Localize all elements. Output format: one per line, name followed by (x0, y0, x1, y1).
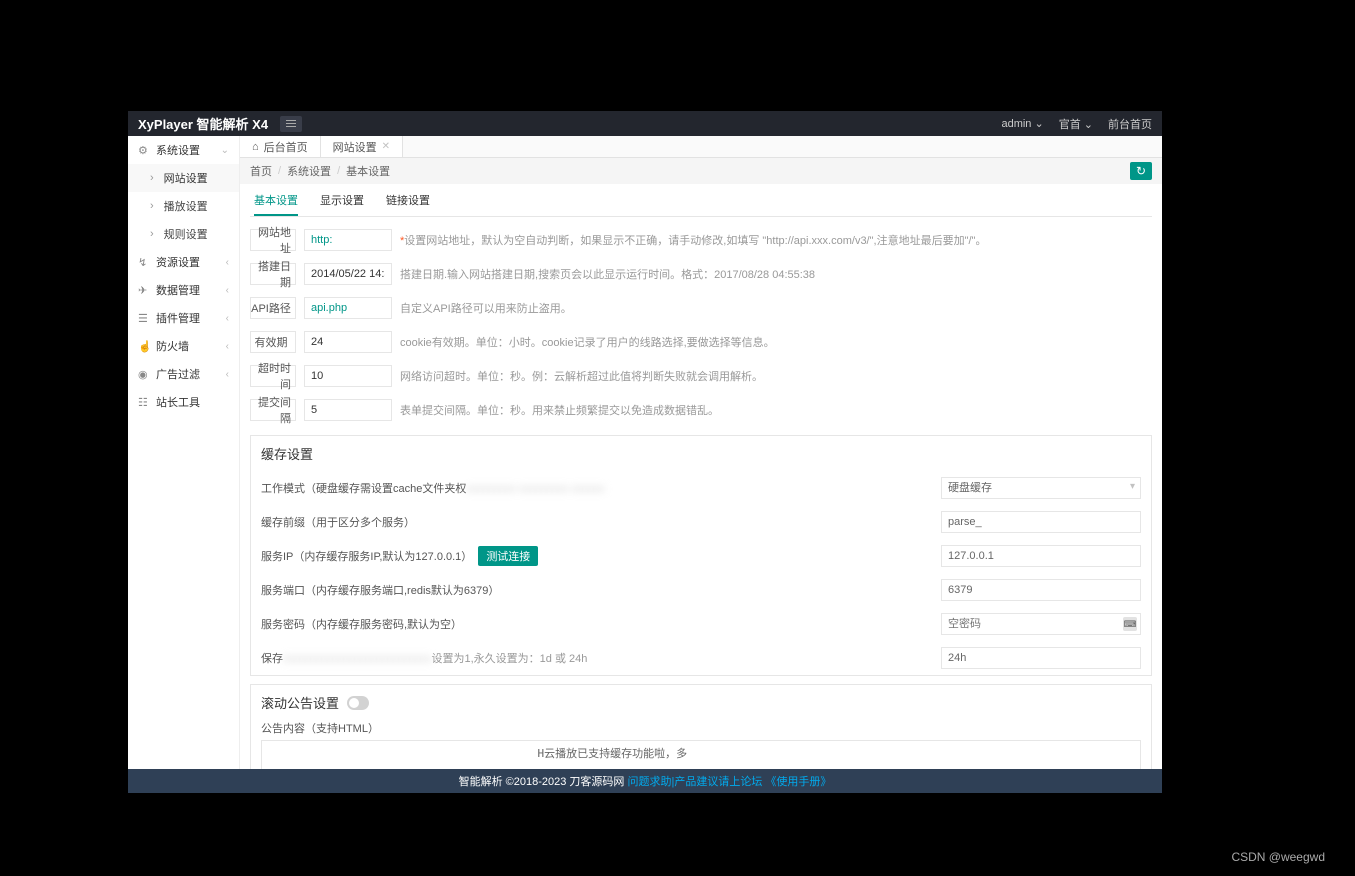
footer-links[interactable]: 问题求助|产品建议请上论坛 《使用手册》 (627, 776, 831, 788)
chevron-right-icon: › (150, 200, 154, 212)
chevron-right-icon: › (150, 228, 154, 240)
settings-page: 基本设置 显示设置 链接设置 网站地址 *设置网站地址，默认为空自动判断，如果显… (240, 184, 1162, 769)
sidebar-item-data[interactable]: ✈数据管理‹ (128, 276, 239, 304)
expire-input[interactable] (304, 331, 392, 353)
expire-label: 有效期 (250, 331, 296, 353)
keyboard-icon[interactable]: ⌨ (1123, 617, 1137, 631)
cache-section: 缓存设置 工作模式（硬盘缓存需设置cache文件夹权xxxxxxxxx xxxx… (250, 435, 1152, 676)
breadcrumb: 首页 / 系统设置 / 基本设置 ↻ (240, 158, 1162, 184)
content-area: ⌂后台首页 网站设置✕ 首页 / 系统设置 / 基本设置 ↻ 基本设置 显示设置… (240, 136, 1162, 769)
rss-icon: ↯ (138, 256, 150, 269)
cache-port-input[interactable] (941, 579, 1141, 601)
chevron-down-icon: ⌄ (1084, 119, 1093, 131)
cache-mode-select[interactable]: 硬盘缓存 (941, 477, 1141, 499)
home-icon: ⌂ (252, 141, 259, 153)
inner-tab-basic[interactable]: 基本设置 (254, 192, 298, 216)
sidebar-item-rule[interactable]: ›规则设置 (128, 220, 239, 248)
cache-keep-label: 保存xxxxxxxxxxxxxxxxxxxxxxxxxxx设置为1,永久设置为：… (261, 650, 933, 666)
timeout-input[interactable] (304, 365, 392, 387)
database-icon: ✈ (138, 284, 150, 297)
sidebar-item-site[interactable]: ›网站设置 (128, 164, 239, 192)
announce-textarea[interactable]: H云播放已支持缓存功能啦，多 (261, 740, 1141, 769)
date-help: 搭建日期.输入网站搭建日期,搜索页会以此显示运行时间。格式：2017/08/28… (400, 266, 1152, 282)
inner-tab-link[interactable]: 链接设置 (386, 192, 430, 216)
interval-help: 表单提交间隔。单位：秒。用来禁止频繁提交以免造成数据错乱。 (400, 402, 1152, 418)
plugin-icon: ☰ (138, 312, 150, 325)
cache-password-label: 服务密码（内存缓存服务密码,默认为空） (261, 616, 933, 632)
api-label: API路径 (250, 297, 296, 319)
breadcrumb-system[interactable]: 系统设置 (287, 163, 331, 179)
chevron-left-icon: ‹ (226, 341, 229, 352)
sidebar-toggle[interactable] (280, 116, 302, 132)
shield-icon: ☝ (138, 340, 150, 353)
gear-icon: ⚙ (138, 144, 150, 157)
cache-password-input[interactable] (941, 613, 1141, 635)
api-input[interactable] (304, 297, 392, 319)
sidebar-item-play[interactable]: ›播放设置 (128, 192, 239, 220)
chevron-left-icon: ‹ (226, 257, 229, 268)
close-icon[interactable]: ✕ (382, 141, 390, 152)
chevron-left-icon: ‹ (226, 313, 229, 324)
announce-content-label: 公告内容（支持HTML） (251, 720, 1151, 740)
app-frame: XyPlayer 智能解析 X4 admin ⌄ 官首 ⌄ 前台首页 ⚙系统设置… (128, 111, 1162, 793)
url-input[interactable] (304, 229, 392, 251)
sidebar-item-resource[interactable]: ↯资源设置‹ (128, 248, 239, 276)
announce-section: 滚动公告设置 公告内容（支持HTML） H云播放已支持缓存功能啦，多 (250, 684, 1152, 769)
sidebar-item-plugin[interactable]: ☰插件管理‹ (128, 304, 239, 332)
sidebar: ⚙系统设置⌄ ›网站设置 ›播放设置 ›规则设置 ↯资源设置‹ ✈数据管理‹ ☰… (128, 136, 240, 769)
breadcrumb-basic: 基本设置 (346, 163, 390, 179)
inner-tabs: 基本设置 显示设置 链接设置 (250, 184, 1152, 217)
page-tabs: ⌂后台首页 网站设置✕ (240, 136, 1162, 158)
watermark: CSDN @weegwd (1231, 850, 1325, 864)
user-menu[interactable]: admin ⌄ (1001, 117, 1043, 130)
app-logo: XyPlayer 智能解析 X4 (138, 114, 268, 133)
chevron-left-icon: ‹ (226, 369, 229, 380)
tab-site-settings[interactable]: 网站设置✕ (321, 136, 403, 157)
chevron-down-icon: ⌄ (1035, 118, 1044, 130)
inner-tab-display[interactable]: 显示设置 (320, 192, 364, 216)
header-bar: XyPlayer 智能解析 X4 admin ⌄ 官首 ⌄ 前台首页 (128, 111, 1162, 136)
expire-help: cookie有效期。单位：小时。cookie记录了用户的线路选择,要做选择等信息… (400, 334, 1152, 350)
refresh-icon: ↻ (1136, 164, 1146, 178)
chevron-down-icon: ⌄ (221, 145, 229, 156)
ad-icon: ◉ (138, 368, 150, 381)
date-label: 搭建日期 (250, 263, 296, 285)
date-input[interactable] (304, 263, 392, 285)
chevron-right-icon: › (150, 172, 154, 184)
zone-menu[interactable]: 官首 ⌄ (1059, 116, 1093, 132)
cache-port-label: 服务端口（内存缓存服务端口,redis默认为6379） (261, 582, 933, 598)
api-help: 自定义API路径可以用来防止盗用。 (400, 300, 1152, 316)
sidebar-item-ads[interactable]: ◉广告过滤‹ (128, 360, 239, 388)
cache-keep-input[interactable] (941, 647, 1141, 669)
interval-input[interactable] (304, 399, 392, 421)
sidebar-item-tools[interactable]: ☷站长工具 (128, 388, 239, 416)
footer: 智能解析 ©2018-2023 刀客源码网 问题求助|产品建议请上论坛 《使用手… (128, 769, 1162, 793)
announce-switch[interactable] (347, 696, 369, 710)
footer-copyright: 智能解析 ©2018-2023 刀客源码网 (459, 776, 628, 788)
cache-ip-input[interactable] (941, 545, 1141, 567)
cache-prefix-input[interactable] (941, 511, 1141, 533)
sidebar-item-system[interactable]: ⚙系统设置⌄ (128, 136, 239, 164)
test-connect-button[interactable]: 测试连接 (478, 546, 538, 566)
tools-icon: ☷ (138, 396, 150, 409)
timeout-label: 超时时间 (250, 365, 296, 387)
cache-prefix-label: 缓存前缀（用于区分多个服务） (261, 514, 933, 530)
interval-label: 提交间隔 (250, 399, 296, 421)
cache-mode-label: 工作模式（硬盘缓存需设置cache文件夹权xxxxxxxxx xxxxxxxxx… (261, 480, 933, 496)
url-help: *设置网站地址，默认为空自动判断，如果显示不正确，请手动修改,如填写 "http… (400, 232, 1152, 248)
breadcrumb-home[interactable]: 首页 (250, 163, 272, 179)
chevron-left-icon: ‹ (226, 285, 229, 296)
sidebar-item-firewall[interactable]: ☝防火墙‹ (128, 332, 239, 360)
cache-title: 缓存设置 (251, 436, 1151, 471)
cache-ip-label: 服务IP（内存缓存服务IP,默认为127.0.0.1）测试连接 (261, 546, 933, 566)
refresh-button[interactable]: ↻ (1130, 162, 1152, 180)
timeout-help: 网络访问超时。单位：秒。例：云解析超过此值将判断失败就会调用解析。 (400, 368, 1152, 384)
url-label: 网站地址 (250, 229, 296, 251)
frontend-link[interactable]: 前台首页 (1108, 116, 1152, 132)
tab-home[interactable]: ⌂后台首页 (240, 136, 321, 157)
announce-title: 滚动公告设置 (251, 685, 1151, 720)
